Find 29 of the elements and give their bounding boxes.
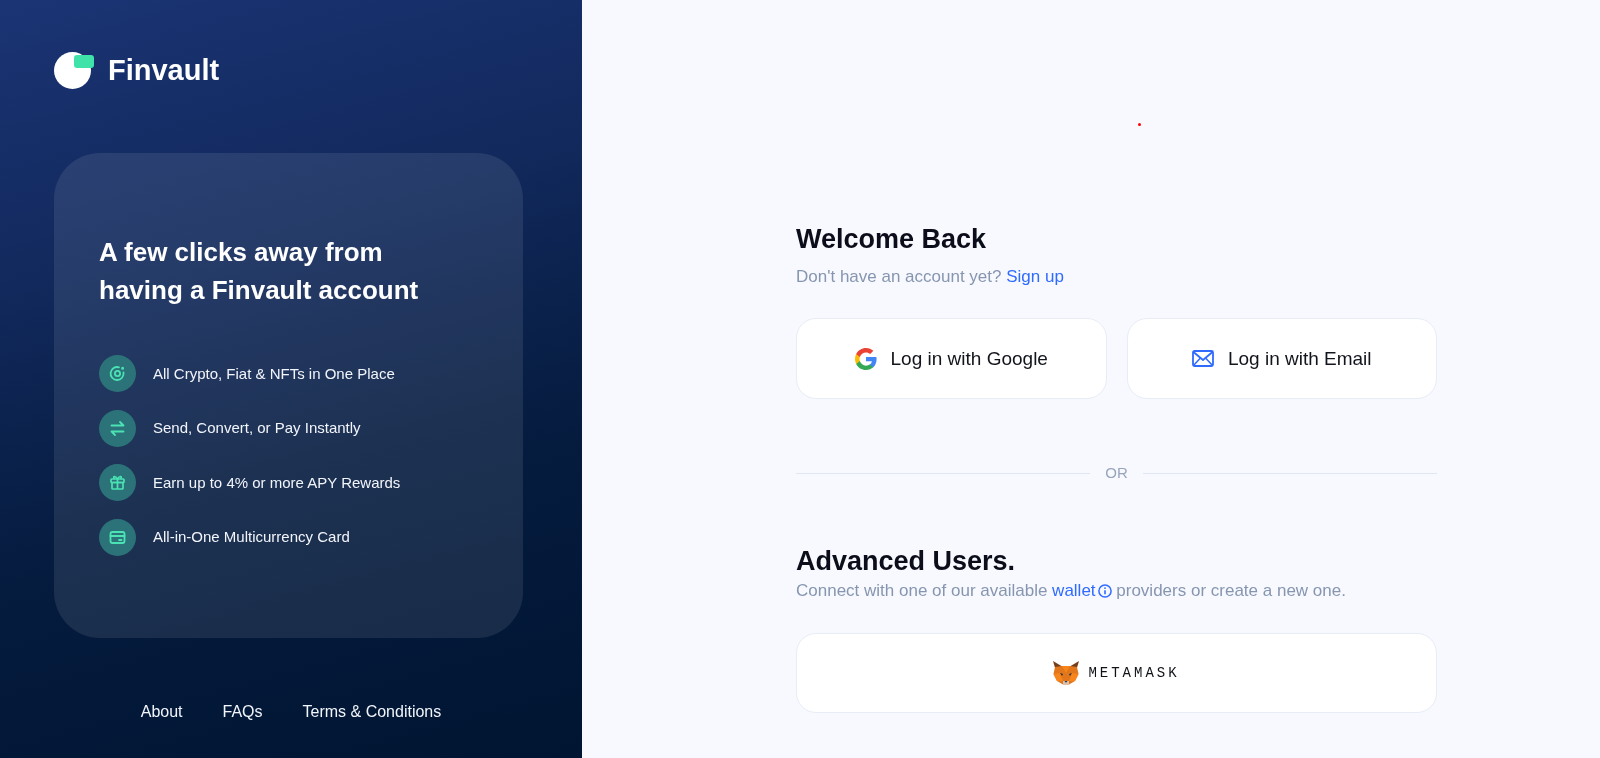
footer-link[interactable]: About xyxy=(140,702,183,722)
advanced-title: Advanced Users. xyxy=(796,545,1017,578)
divider-label: OR xyxy=(1105,463,1128,483)
promo-heading: A few clicks away from having a Finvault account xyxy=(99,236,420,307)
target-icon xyxy=(99,355,136,392)
wallet-prompt: Connect with one of our available wallet providers or create a new one. xyxy=(796,579,1437,603)
google-icon xyxy=(854,347,877,370)
logo-icon xyxy=(54,51,94,89)
footer-link[interactable]: Terms & Conditions xyxy=(302,702,442,722)
signup-prompt: Don't have an account yet? Sign up xyxy=(796,266,1065,288)
info-icon xyxy=(1097,584,1112,598)
brand-name: Finvault xyxy=(108,53,220,87)
arrows-icon xyxy=(99,409,136,447)
google-login-button[interactable]: Log in with Google xyxy=(796,318,1107,399)
wallet-link[interactable]: wallet xyxy=(1052,579,1112,603)
fox-icon xyxy=(1053,661,1080,685)
feature-text: All-in-One Multicurrency Card xyxy=(153,527,350,548)
signup-link[interactable]: Sign up xyxy=(1006,267,1064,286)
dot-icon xyxy=(1138,123,1141,126)
email-login-button[interactable]: Log in with Email xyxy=(1126,318,1437,399)
feature-text: Earn up to 4% or more APY Rewards xyxy=(153,472,401,493)
welcome-title: Welcome Back xyxy=(796,223,988,256)
card-icon xyxy=(99,518,136,556)
envelope-icon xyxy=(1191,350,1214,367)
feature-text: Send, Convert, or Pay Instantly xyxy=(153,418,361,439)
gift-icon xyxy=(99,464,136,502)
footer-link[interactable]: FAQs xyxy=(222,702,263,722)
metamask-button[interactable]: METAMASK xyxy=(796,633,1437,713)
feature-text: All Crypto, Fiat & NFTs in One Place xyxy=(153,363,395,384)
